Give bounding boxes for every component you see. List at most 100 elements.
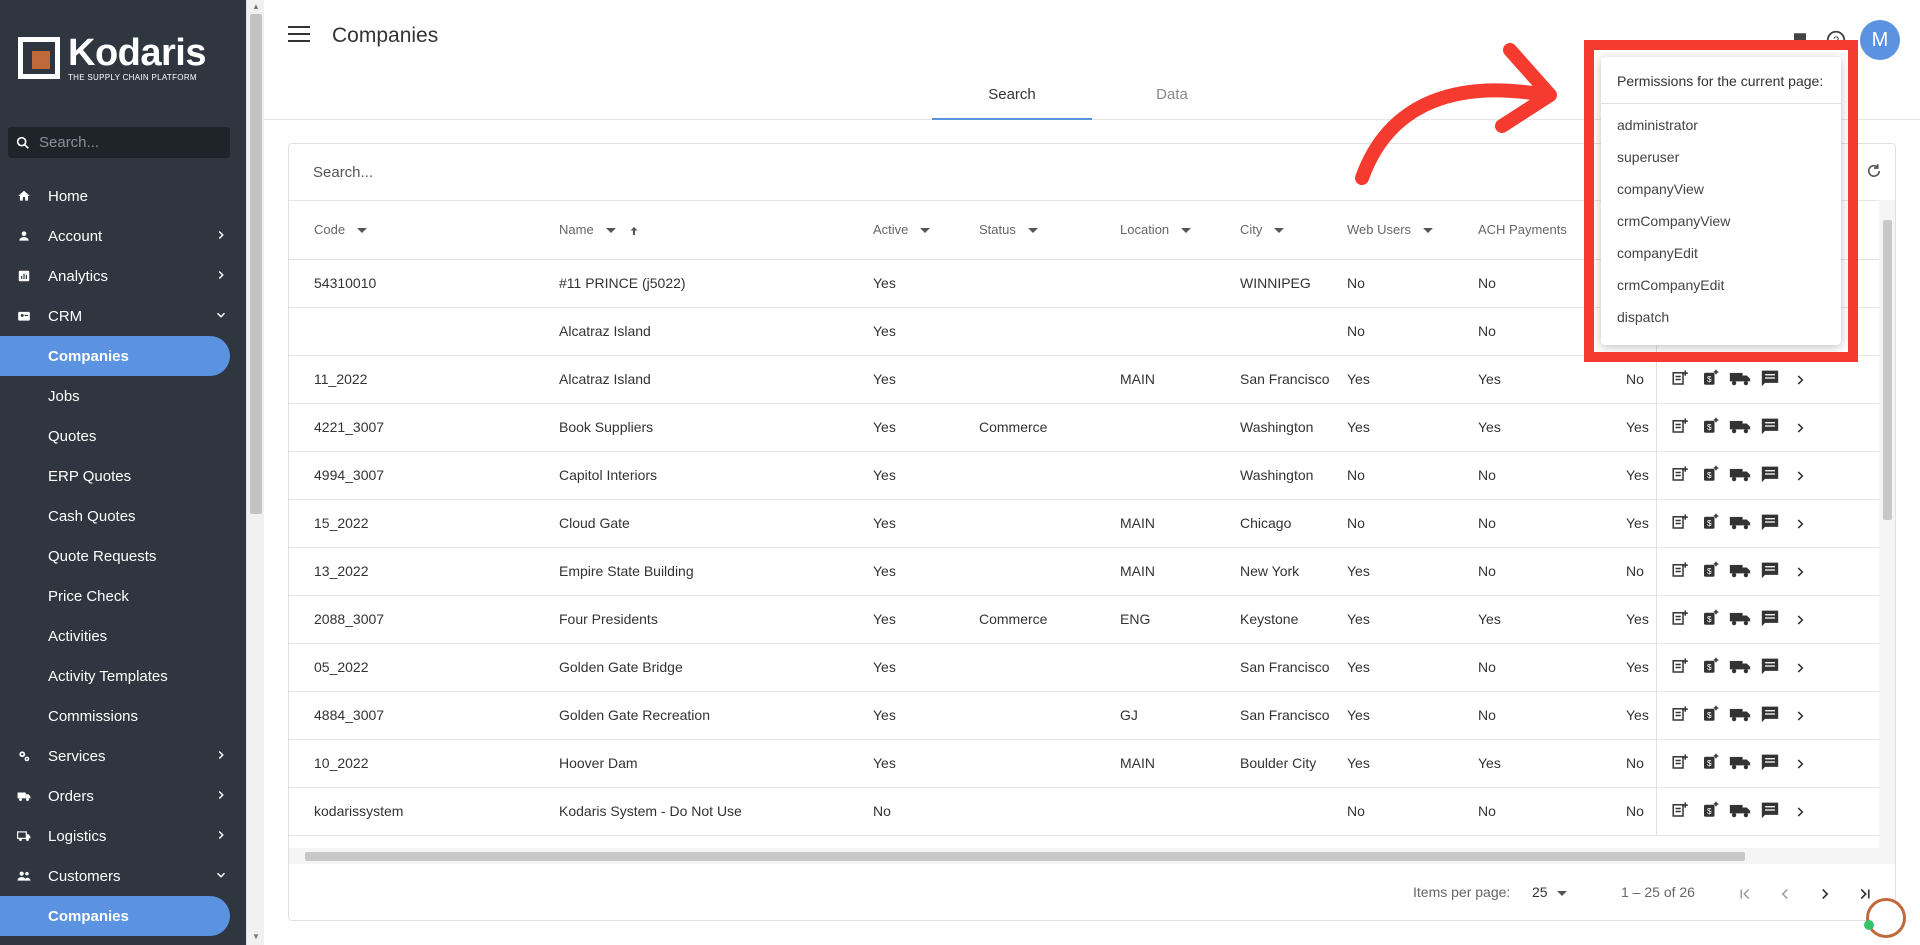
table-row[interactable]: kodarissystem Kodaris System - Do Not Use… <box>289 787 1879 836</box>
add-note-icon[interactable] <box>1665 513 1695 531</box>
sidebar-subitem-activity-templates[interactable]: Activity Templates <box>0 656 246 696</box>
tab-search[interactable]: Search <box>932 74 1092 120</box>
shipping-truck-icon[interactable] <box>1725 369 1755 387</box>
sort-dropdown-icon[interactable] <box>1274 228 1285 234</box>
sidebar-scroll-thumb[interactable] <box>250 14 262 514</box>
comment-icon[interactable] <box>1755 513 1785 531</box>
comment-icon[interactable] <box>1755 465 1785 483</box>
add-note-icon[interactable] <box>1665 465 1695 483</box>
sidebar-subitem-jobs[interactable]: Jobs <box>0 376 246 416</box>
dropdown-caret-icon[interactable] <box>1557 891 1567 896</box>
chevron-right-icon[interactable] <box>1785 709 1815 723</box>
add-note-icon[interactable] <box>1665 609 1695 627</box>
scroll-up-arrow[interactable]: ▲ <box>252 2 260 11</box>
comment-icon[interactable] <box>1755 801 1785 819</box>
chat-support-button[interactable] <box>1866 898 1906 938</box>
sidebar-subitem-commissions[interactable]: Commissions <box>0 696 246 736</box>
add-note-icon[interactable] <box>1665 705 1695 723</box>
add-payment-icon[interactable]: $ <box>1695 801 1725 819</box>
chevron-right-icon[interactable] <box>1785 469 1815 483</box>
add-note-icon[interactable] <box>1665 753 1695 771</box>
sort-dropdown-icon[interactable] <box>605 228 616 234</box>
add-payment-icon[interactable]: $ <box>1695 753 1725 771</box>
add-note-icon[interactable] <box>1665 369 1695 387</box>
sidebar-item-services[interactable]: Services <box>0 736 246 776</box>
column-header-active[interactable]: Active <box>873 201 979 260</box>
add-payment-icon[interactable]: $ <box>1695 465 1725 483</box>
sort-ascending-icon[interactable] <box>628 225 640 237</box>
add-note-icon[interactable] <box>1665 561 1695 579</box>
sidebar-subitem-customer-companies[interactable]: Companies <box>0 896 230 936</box>
comment-icon[interactable] <box>1755 561 1785 579</box>
column-header-web-users[interactable]: Web Users <box>1347 201 1478 260</box>
sidebar-item-home[interactable]: Home <box>0 176 246 216</box>
sort-dropdown-icon[interactable] <box>1423 228 1434 234</box>
shipping-truck-icon[interactable] <box>1725 753 1755 771</box>
tab-data[interactable]: Data <box>1092 74 1252 120</box>
shipping-truck-icon[interactable] <box>1725 609 1755 627</box>
table-row[interactable]: 4884_3007 Golden Gate Recreation Yes GJ San … <box>289 691 1879 740</box>
column-header-name[interactable]: Name <box>559 201 873 260</box>
sort-dropdown-icon[interactable] <box>920 228 931 234</box>
add-payment-icon[interactable]: $ <box>1695 369 1725 387</box>
vertical-scroll-thumb[interactable] <box>1883 220 1892 520</box>
sidebar-item-crm[interactable]: CRM <box>0 296 246 336</box>
comment-icon[interactable] <box>1755 657 1785 675</box>
comment-icon[interactable] <box>1755 705 1785 723</box>
items-per-page-select[interactable]: 25 <box>1532 884 1548 900</box>
first-page-button[interactable] <box>1731 880 1759 908</box>
table-row[interactable]: 05_2022 Golden Gate Bridge Yes San Francisc… <box>289 643 1879 692</box>
refresh-icon[interactable] <box>1865 162 1883 185</box>
add-note-icon[interactable] <box>1665 657 1695 675</box>
sort-dropdown-icon[interactable] <box>357 228 368 234</box>
column-header-code[interactable]: Code <box>289 201 559 260</box>
sidebar-subitem-cash-quotes[interactable]: Cash Quotes <box>0 496 246 536</box>
shipping-truck-icon[interactable] <box>1725 801 1755 819</box>
add-payment-icon[interactable]: $ <box>1695 417 1725 435</box>
sort-dropdown-icon[interactable] <box>1027 228 1038 234</box>
user-avatar[interactable]: M <box>1860 20 1900 60</box>
next-page-button[interactable] <box>1811 880 1839 908</box>
table-row[interactable]: 11_2022 Alcatraz Island Yes MAIN San Francis… <box>289 355 1879 404</box>
table-row[interactable]: 2088_3007 Four Presidents Yes Commerce ENG Ke… <box>289 595 1879 644</box>
table-row[interactable]: 4994_3007 Capitol Interiors Yes Washington N… <box>289 451 1879 500</box>
sidebar-subitem-companies[interactable]: Companies <box>0 336 230 376</box>
table-horizontal-scrollbar[interactable] <box>289 848 1895 864</box>
table-row[interactable]: 10_2022 Hoover Dam Yes MAIN Boulder City Yes Y… <box>289 739 1879 788</box>
add-note-icon[interactable] <box>1665 417 1695 435</box>
column-header-status[interactable]: Status <box>979 201 1120 260</box>
add-payment-icon[interactable]: $ <box>1695 561 1725 579</box>
sidebar-item-customers[interactable]: Customers <box>0 856 246 896</box>
shipping-truck-icon[interactable] <box>1725 561 1755 579</box>
shipping-truck-icon[interactable] <box>1725 417 1755 435</box>
sidebar-scrollbar[interactable]: ▲ ▼ <box>246 0 264 945</box>
sort-dropdown-icon[interactable] <box>1181 228 1192 234</box>
sidebar-subitem-activities[interactable]: Activities <box>0 616 246 656</box>
kodaris-logo[interactable]: Kodaris THE SUPPLY CHAIN PLATFORM <box>18 34 206 82</box>
column-header-city[interactable]: City <box>1240 201 1347 260</box>
sidebar-subitem-price-check[interactable]: Price Check <box>0 576 246 616</box>
sidebar-subitem-erp-quotes[interactable]: ERP Quotes <box>0 456 246 496</box>
sidebar-item-logistics[interactable]: Logistics <box>0 816 246 856</box>
chevron-right-icon[interactable] <box>1785 421 1815 435</box>
chevron-right-icon[interactable] <box>1785 565 1815 579</box>
hamburger-menu-icon[interactable] <box>288 26 310 46</box>
chevron-right-icon[interactable] <box>1785 613 1815 627</box>
horizontal-scroll-thumb[interactable] <box>305 852 1745 861</box>
comment-icon[interactable] <box>1755 417 1785 435</box>
sidebar-subitem-quotes[interactable]: Quotes <box>0 416 246 456</box>
comment-icon[interactable] <box>1755 753 1785 771</box>
comment-icon[interactable] <box>1755 609 1785 627</box>
table-row[interactable]: 13_2022 Empire State Building Yes MAIN New Y… <box>289 547 1879 596</box>
table-row[interactable]: 15_2022 Cloud Gate Yes MAIN Chicago No No Yes $ <box>289 499 1879 548</box>
shipping-truck-icon[interactable] <box>1725 465 1755 483</box>
chevron-right-icon[interactable] <box>1785 661 1815 675</box>
shipping-truck-icon[interactable] <box>1725 513 1755 531</box>
chevron-right-icon[interactable] <box>1785 805 1815 819</box>
sidebar-subitem-quote-requests[interactable]: Quote Requests <box>0 536 246 576</box>
chevron-right-icon[interactable] <box>1785 757 1815 771</box>
scroll-down-arrow[interactable]: ▼ <box>252 932 260 941</box>
add-payment-icon[interactable]: $ <box>1695 705 1725 723</box>
table-row[interactable]: 4221_3007 Book Suppliers Yes Commerce Washin… <box>289 403 1879 452</box>
table-search-input[interactable] <box>313 164 913 181</box>
